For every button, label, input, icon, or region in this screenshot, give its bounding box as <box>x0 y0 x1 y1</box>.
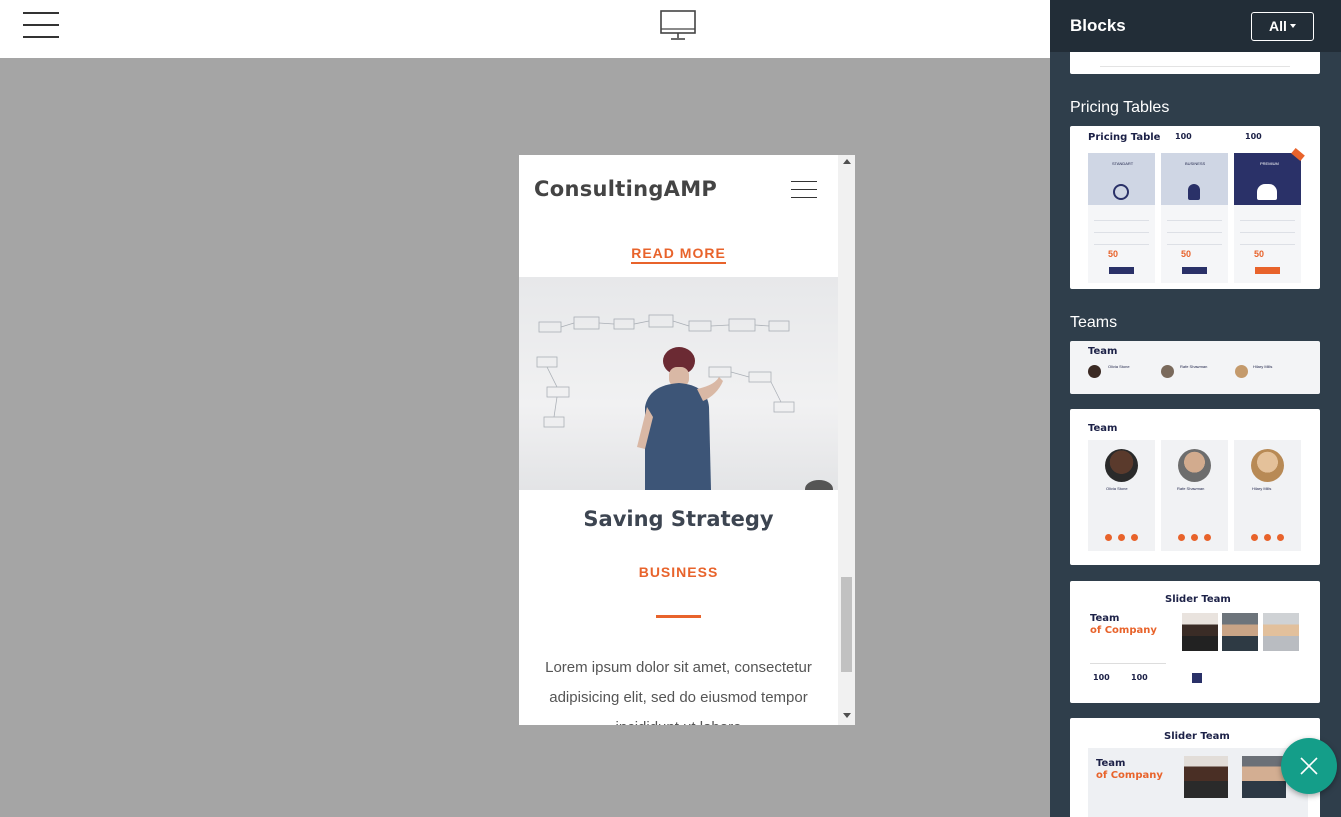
thumb-heading: Team <box>1090 613 1120 624</box>
site-header: ConsultingAMP <box>519 155 838 223</box>
member-name: Rafe Shawman <box>1180 364 1208 369</box>
pricing-column: STANDART 50 <box>1088 153 1155 283</box>
plan-name: PREMIUM <box>1260 161 1279 166</box>
section-teams: Teams <box>1070 314 1118 331</box>
mobile-preview[interactable]: ConsultingAMP READ MORE Saving Strategy … <box>519 155 855 725</box>
caret-down-icon <box>1289 24 1296 29</box>
thumb-price: 100 <box>1175 132 1192 141</box>
blocks-sidebar: Blocks All Pricing Tables Pricing Table … <box>1050 0 1341 817</box>
team-card: Hilary Mills <box>1234 440 1301 551</box>
thumb-heading-accent: of Company <box>1096 770 1163 781</box>
team-card: Rafe Shawman <box>1161 440 1228 551</box>
scroll-up-arrow-icon[interactable] <box>843 159 851 164</box>
plan-name: BUSINESS <box>1185 161 1206 166</box>
plan-name: STANDART <box>1112 161 1134 166</box>
desktop-monitor-icon[interactable] <box>660 10 696 47</box>
site-brand[interactable]: ConsultingAMP <box>534 177 717 201</box>
close-icon <box>1300 757 1318 775</box>
editor-toolbar <box>0 0 1050 58</box>
thumb-title: Pricing Table <box>1088 132 1161 143</box>
thumb-stat: 100 <box>1131 673 1148 682</box>
plan-price: 50 <box>1254 249 1265 259</box>
site-menu-icon[interactable] <box>791 181 817 199</box>
block-thumb-pricing-table[interactable]: Pricing Table 100 100 STANDART 50 BUSINE… <box>1070 126 1320 289</box>
thumb-title: Slider Team <box>1165 594 1231 605</box>
thumb-title: Slider Team <box>1164 731 1230 742</box>
filter-dropdown[interactable]: All <box>1251 12 1314 41</box>
member-name: Olivia Stone <box>1106 486 1128 491</box>
member-name: Olivia Stone <box>1108 364 1130 369</box>
pricing-column: PREMIUM 50 <box>1234 147 1305 283</box>
whiteboard-photo <box>519 277 838 490</box>
read-more-row: READ MORE <box>519 245 838 264</box>
card-body-text: Lorem ipsum dolor sit amet, consectetur … <box>545 659 812 725</box>
block-thumb-team-cards[interactable]: Team Olivia Stone Rafe Shawman Hilary Mi… <box>1070 409 1320 565</box>
card-category: BUSINESS <box>638 564 719 580</box>
member-name: Hilary Mills <box>1253 364 1273 369</box>
filter-label: All <box>1269 18 1287 34</box>
plan-price: 50 <box>1181 249 1192 259</box>
member-name: Hilary Mills <box>1252 486 1272 491</box>
preview-scrollbar[interactable] <box>838 155 855 725</box>
pricing-column: BUSINESS 50 <box>1161 153 1228 283</box>
hamburger-icon[interactable] <box>23 12 59 38</box>
card-title: Saving Strategy <box>583 507 774 531</box>
preview-content: ConsultingAMP READ MORE Saving Strategy … <box>519 155 838 725</box>
thumb-heading-accent: of Company <box>1090 625 1157 636</box>
block-thumb-team-list[interactable]: Team Olivia Stone Rafe Shawman Hilary Mi… <box>1070 341 1320 394</box>
plan-price: 50 <box>1108 249 1119 259</box>
sidebar-title: Blocks <box>1070 16 1126 35</box>
scroll-thumb[interactable] <box>841 577 852 672</box>
sidebar-header: Blocks All <box>1050 0 1341 52</box>
thumb-heading: Team <box>1096 758 1126 769</box>
section-pricing-tables: Pricing Tables <box>1070 99 1170 116</box>
member-name: Rafe Shawman <box>1177 486 1205 491</box>
team-card: Olivia Stone <box>1088 440 1155 551</box>
card-divider <box>656 615 701 618</box>
thumb-stat: 100 <box>1093 673 1110 682</box>
thumb-title: Team <box>1088 346 1118 357</box>
read-more-link[interactable]: READ MORE <box>631 245 726 264</box>
close-fab-button[interactable] <box>1281 738 1337 794</box>
scroll-down-arrow-icon[interactable] <box>843 713 851 718</box>
thumb-title: Team <box>1088 423 1118 434</box>
block-thumb-slider-team[interactable]: Slider Team Team of Company 100 100 <box>1070 581 1320 703</box>
thumb-price: 100 <box>1245 132 1262 141</box>
